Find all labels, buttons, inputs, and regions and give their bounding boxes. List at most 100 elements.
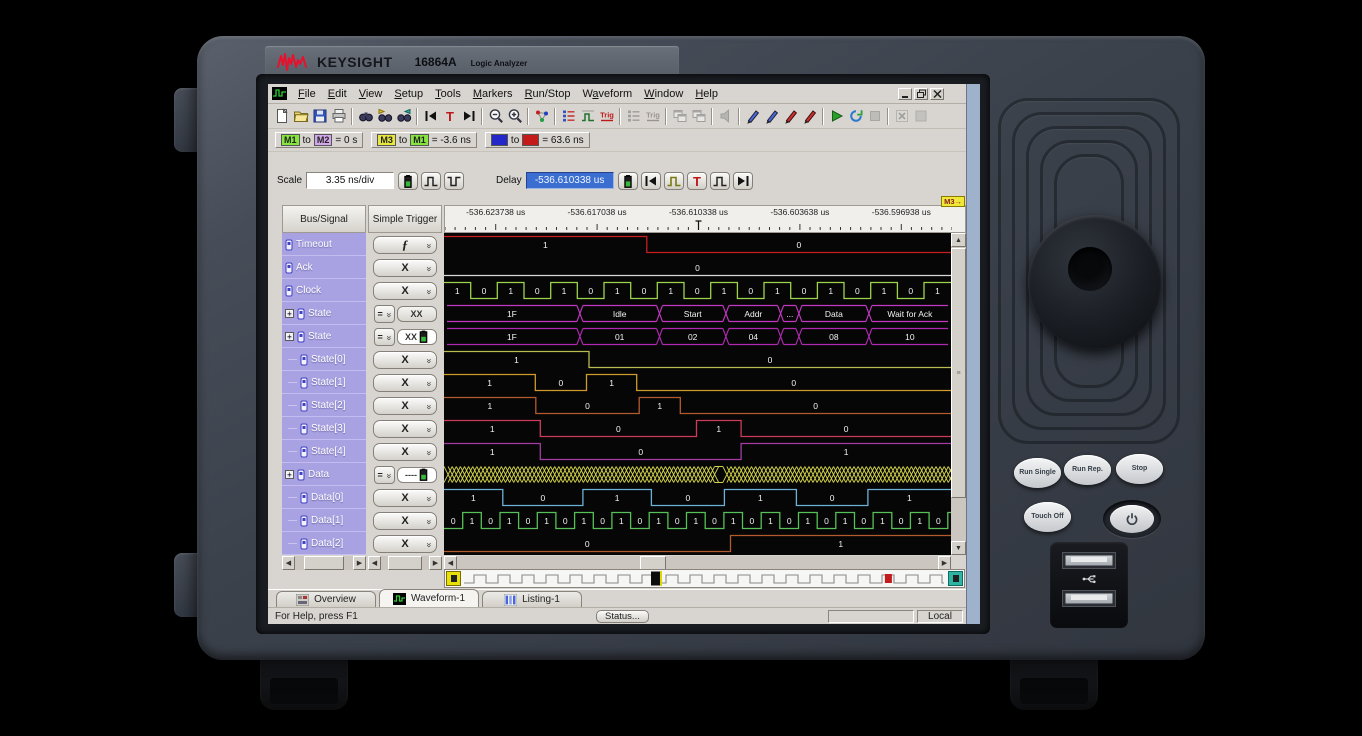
go-to-start-icon[interactable] xyxy=(421,107,440,126)
place-marker-m1-icon[interactable] xyxy=(743,107,762,126)
trigger-button[interactable]: X» xyxy=(373,259,437,277)
scroll-up-button[interactable]: ▲ xyxy=(951,233,966,247)
probe-setup-icon[interactable] xyxy=(532,107,551,126)
waveform-row-ack[interactable]: 0 xyxy=(444,256,951,279)
expand-icon[interactable]: + xyxy=(285,332,294,341)
trigger-button[interactable]: X» xyxy=(373,351,437,369)
delay-go-start-button[interactable] xyxy=(641,172,661,190)
waveform-row-state[interactable]: 1F0102040810 xyxy=(444,325,951,348)
bus-signal-setup-icon[interactable] xyxy=(559,107,578,126)
trigger-button[interactable]: X» xyxy=(373,374,437,392)
trigger-operator-button[interactable]: =» xyxy=(374,328,395,346)
trigger-column-scrollbar[interactable]: ◀ ▶ xyxy=(368,556,442,570)
menu-runstop[interactable]: Run/Stop xyxy=(519,87,577,101)
trigger-button[interactable]: ƒ» xyxy=(373,236,437,254)
status-button[interactable]: Status... xyxy=(596,610,649,623)
minimize-button[interactable] xyxy=(898,88,912,100)
bus-column-scrollbar[interactable]: ◀ ▶ xyxy=(282,556,366,570)
delay-go-trigger-button[interactable]: T xyxy=(687,172,707,190)
waveform-row-data0[interactable]: 1010101 xyxy=(444,486,951,509)
bus-signal-row-state[interactable]: +State xyxy=(282,325,366,348)
waveform-row-state0[interactable]: 10 xyxy=(444,348,951,371)
trigger-value-field[interactable]: XX xyxy=(397,329,437,345)
zoom-out-icon[interactable] xyxy=(486,107,505,126)
trigger-operator-button[interactable]: =» xyxy=(374,305,395,323)
vertical-scrollbar[interactable]: ▲ ≡ ▼ xyxy=(951,233,966,555)
trigger-button[interactable]: X» xyxy=(373,535,437,553)
run-single-button[interactable]: Run Single xyxy=(1014,458,1061,488)
menu-edit[interactable]: Edit xyxy=(322,87,353,101)
scroll-left-button[interactable]: ◀ xyxy=(282,556,295,570)
go-begin-marker-button[interactable] xyxy=(446,571,461,586)
zoom-in-icon[interactable] xyxy=(505,107,524,126)
waveform-row-state[interactable]: 1FIdleStartAddr...DataWait for Ack xyxy=(444,302,951,325)
scroll-thumb[interactable] xyxy=(640,556,666,570)
go-to-trigger-icon[interactable]: T xyxy=(440,107,459,126)
marker-chip-m1[interactable]: M1 xyxy=(410,134,429,146)
tab-overview[interactable]: Overview xyxy=(276,591,376,607)
acquisition-overview-strip[interactable] xyxy=(444,569,965,588)
sampling-setup-icon[interactable] xyxy=(578,107,597,126)
bus-signal-row-state0[interactable]: State[0] xyxy=(282,348,366,371)
menu-help[interactable]: Help xyxy=(689,87,724,101)
print-icon[interactable] xyxy=(329,107,348,126)
waveform-row-state1[interactable]: 1010 xyxy=(444,371,951,394)
menu-markers[interactable]: Markers xyxy=(467,87,519,101)
scale-zoom-in-pulse-button[interactable] xyxy=(421,172,441,190)
trigger-value-field[interactable]: XX xyxy=(397,306,437,322)
trigger-value-field[interactable]: ---- xyxy=(397,467,437,483)
menu-setup[interactable]: Setup xyxy=(388,87,429,101)
trigger-button[interactable]: X» xyxy=(373,420,437,438)
trigger-button[interactable]: X» xyxy=(373,512,437,530)
marker-chip-m1[interactable]: M1 xyxy=(281,134,300,146)
scroll-left-button[interactable]: ◀ xyxy=(444,556,457,570)
delay-go-end-button[interactable] xyxy=(733,172,753,190)
delay-next-edge-button[interactable] xyxy=(710,172,730,190)
bus-signal-row-state[interactable]: +State xyxy=(282,302,366,325)
trigger-button[interactable]: X» xyxy=(373,282,437,300)
place-marker-m4-icon[interactable] xyxy=(800,107,819,126)
bus-signal-row-timeout[interactable]: Timeout xyxy=(282,233,366,256)
place-marker-m2-icon[interactable] xyxy=(762,107,781,126)
run-icon[interactable] xyxy=(827,107,846,126)
bus-signal-row-ack[interactable]: Ack xyxy=(282,256,366,279)
waveform-row-state2[interactable]: 1010 xyxy=(444,394,951,417)
go-end-marker-button[interactable] xyxy=(948,571,963,586)
expand-icon[interactable]: + xyxy=(285,470,294,479)
menu-window[interactable]: Window xyxy=(638,87,689,101)
trigger-setup-icon[interactable]: Trig xyxy=(597,107,616,126)
menu-file[interactable]: File xyxy=(292,87,322,101)
menu-waveform[interactable]: Waveform xyxy=(576,87,638,101)
scroll-thumb[interactable] xyxy=(304,556,344,570)
delay-input[interactable]: -536.610338 us xyxy=(526,172,614,189)
scroll-left-button[interactable]: ◀ xyxy=(368,556,381,570)
new-file-icon[interactable] xyxy=(272,107,291,126)
save-file-icon[interactable] xyxy=(310,107,329,126)
scroll-thumb[interactable] xyxy=(388,556,422,570)
waveform-row-data[interactable] xyxy=(444,463,951,486)
waveform-scrollbar[interactable]: ◀ ▶ xyxy=(444,556,951,570)
waveform-row-clock[interactable]: 1010101010101010101 xyxy=(444,279,951,302)
bus-signal-row-state4[interactable]: State[4] xyxy=(282,440,366,463)
scroll-right-button[interactable]: ▶ xyxy=(353,556,366,570)
trigger-button[interactable]: X» xyxy=(373,443,437,461)
go-to-end-icon[interactable] xyxy=(459,107,478,126)
touch-off-button[interactable]: Touch Off xyxy=(1024,502,1071,532)
trigger-operator-button[interactable]: =» xyxy=(374,466,395,484)
bus-signal-row-clock[interactable]: Clock xyxy=(282,279,366,302)
open-file-icon[interactable] xyxy=(291,107,310,126)
delay-presets-button[interactable] xyxy=(618,172,638,190)
scale-input[interactable]: 3.35 ns/div xyxy=(306,172,394,189)
marker-chip-m3[interactable]: M3 xyxy=(377,134,396,146)
restore-button[interactable] xyxy=(914,88,928,100)
bus-signal-row-data0[interactable]: Data[0] xyxy=(282,486,366,509)
bus-signal-row-data[interactable]: +Data xyxy=(282,463,366,486)
close-button[interactable] xyxy=(930,88,944,100)
scale-zoom-out-pulse-button[interactable] xyxy=(444,172,464,190)
find-backward-icon[interactable] xyxy=(394,107,413,126)
waveform-row-state3[interactable]: 1010 xyxy=(444,417,951,440)
trigger-button[interactable]: X» xyxy=(373,489,437,507)
waveform-display[interactable]: 10010101010101010101011FIdleStartAddr...… xyxy=(444,233,951,555)
menu-tools[interactable]: Tools xyxy=(429,87,467,101)
vertical-scroll-thumb[interactable]: ≡ xyxy=(951,248,966,498)
